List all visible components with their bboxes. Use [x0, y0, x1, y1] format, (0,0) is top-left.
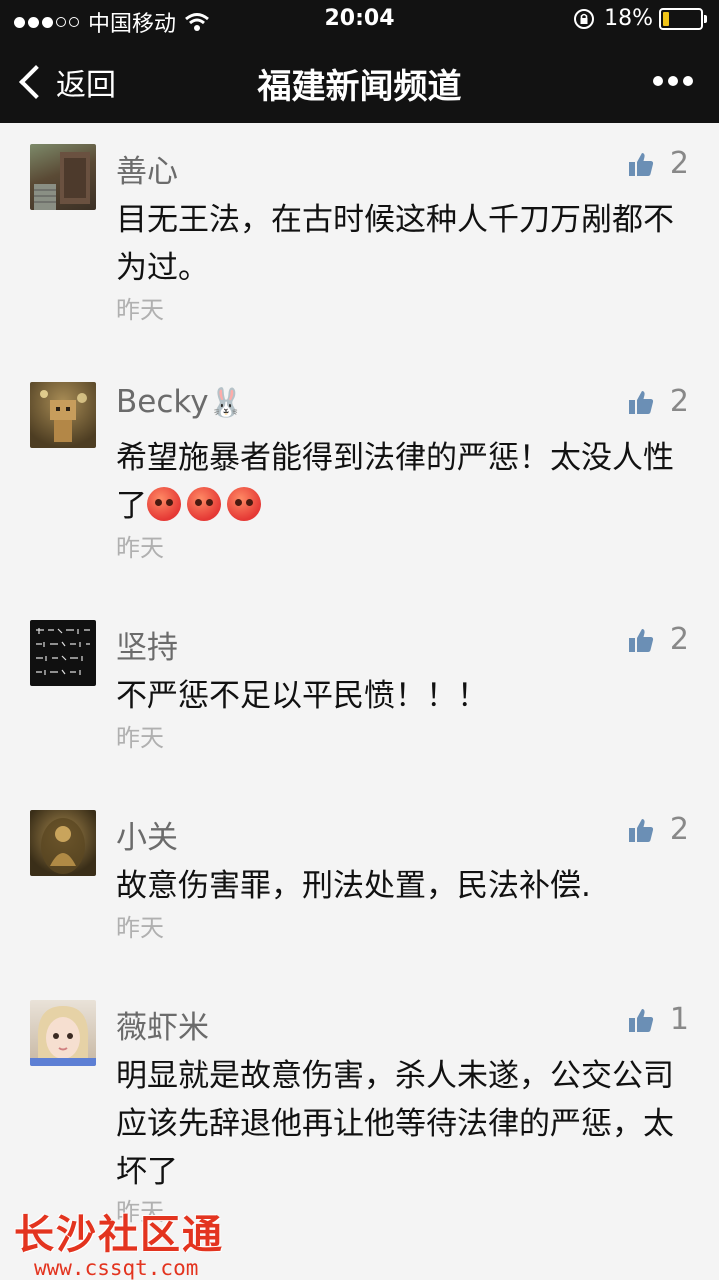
- comment-text: 不严惩不足以平民愤！！！: [116, 678, 488, 714]
- avatar[interactable]: [30, 620, 96, 686]
- battery-level-fill: [663, 11, 669, 26]
- like-count: 2: [669, 384, 689, 419]
- thumbs-up-icon: [628, 628, 653, 652]
- like-count: 2: [669, 146, 689, 181]
- thumbs-up-icon: [628, 818, 653, 842]
- page-title: 福建新闻频道: [257, 67, 462, 107]
- like-button[interactable]: 1: [628, 1002, 689, 1037]
- bunny-emoji-icon: 🐰: [208, 386, 244, 419]
- comment-time: 昨天: [116, 534, 164, 562]
- more-dots-icon[interactable]: [648, 76, 693, 86]
- comment-username[interactable]: 薇虾米: [116, 1002, 209, 1047]
- avatar[interactable]: [30, 144, 96, 210]
- comment-username[interactable]: 小关: [116, 812, 178, 857]
- watermark-url: www.cssqt.com: [34, 1256, 199, 1280]
- thumbs-up-icon: [628, 152, 653, 176]
- like-button[interactable]: 2: [628, 812, 689, 847]
- comment-time: 昨天: [116, 914, 164, 942]
- avatar[interactable]: [30, 382, 96, 448]
- like-count: 2: [669, 622, 689, 657]
- comment-text: 明显就是故意伤害，杀人未遂，公交公司应该先辞退他再让他等待法律的严惩，太坏了: [116, 1058, 674, 1190]
- watermark-title: 长沙社区通: [14, 1212, 224, 1258]
- thumbs-up-icon: [628, 1008, 653, 1032]
- angry-face-emoji: [147, 487, 181, 521]
- comment-username[interactable]: 善心: [116, 146, 178, 191]
- like-count: 1: [669, 1002, 689, 1037]
- battery-percent: 18%: [604, 6, 653, 31]
- site-watermark: 长沙社区通 www.cssqt.com: [14, 1202, 224, 1280]
- nav-bar: 返回 福建新闻频道: [0, 38, 719, 123]
- comment-username[interactable]: Becky🐰: [116, 384, 243, 420]
- like-button[interactable]: 2: [628, 146, 689, 181]
- like-count: 2: [669, 812, 689, 847]
- status-right: 18%: [572, 6, 707, 31]
- avatar[interactable]: [30, 810, 96, 876]
- like-button[interactable]: 2: [628, 622, 689, 657]
- comment-text: 故意伤害罪，刑法处置，民法补偿.: [116, 868, 591, 904]
- comment-time: 昨天: [116, 724, 164, 752]
- angry-face-emoji: [227, 487, 261, 521]
- avatar[interactable]: [30, 1000, 96, 1066]
- comment-username[interactable]: 坚持: [116, 622, 178, 667]
- angry-face-emoji: [187, 487, 221, 521]
- like-button[interactable]: 2: [628, 384, 689, 419]
- comment-text: 目无王法，在古时候这种人千刀万剐都不为过。: [116, 202, 674, 286]
- comment-text: 希望施暴者能得到法律的严惩！太没人性了: [116, 434, 688, 530]
- battery-icon: [659, 7, 707, 30]
- thumbs-up-icon: [628, 390, 653, 414]
- status-bar: 中国移动 20:04 18%: [0, 0, 719, 38]
- orientation-lock-icon: [574, 8, 595, 29]
- username-text: Becky: [116, 384, 209, 420]
- comment-time: 昨天: [116, 296, 164, 324]
